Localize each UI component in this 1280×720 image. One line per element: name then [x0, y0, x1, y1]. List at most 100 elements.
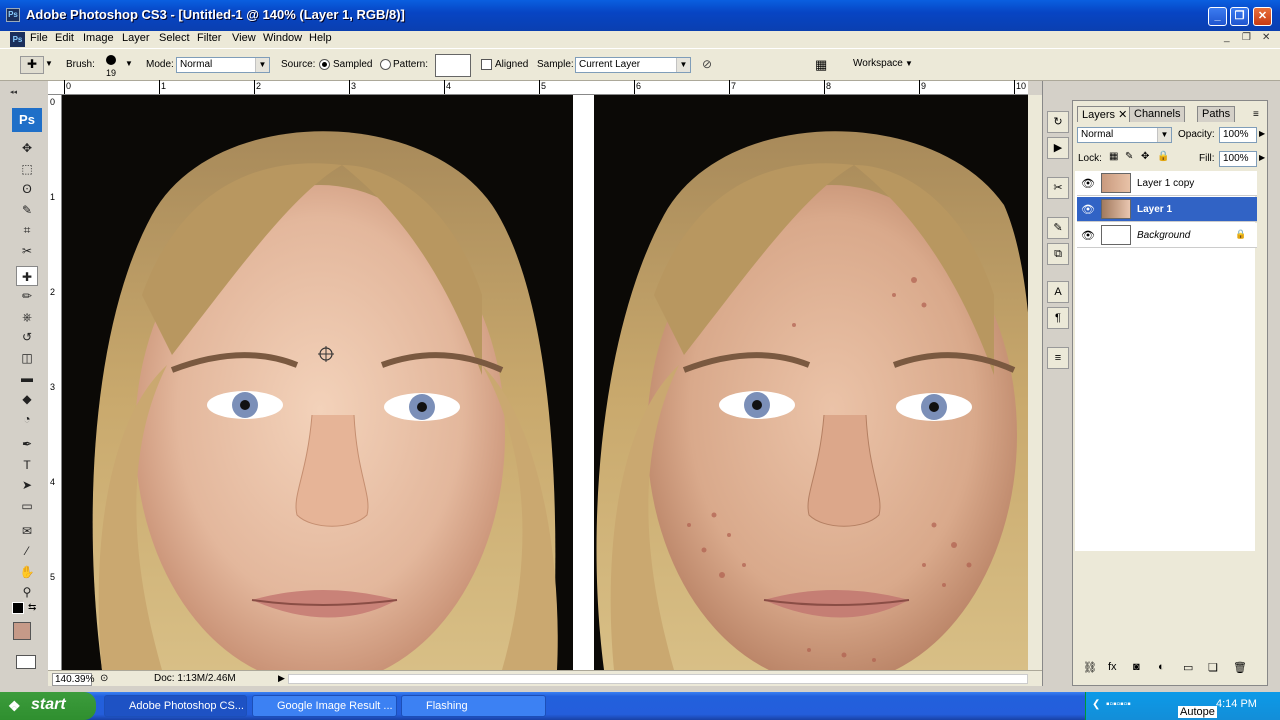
- start-button[interactable]: ❖ start: [0, 692, 96, 720]
- dodge-tool-icon[interactable]: ◔: [16, 409, 38, 429]
- healing-brush-tool-icon[interactable]: ✚: [16, 265, 38, 286]
- doc-minimize-button[interactable]: _: [1224, 32, 1230, 43]
- folder-icon[interactable]: ▭: [1183, 661, 1193, 674]
- layer-row[interactable]: 👁 Layer 1 copy: [1077, 171, 1257, 196]
- trash-icon[interactable]: 🗑: [1233, 661, 1247, 674]
- brushes-icon[interactable]: ✎: [1047, 217, 1069, 239]
- status-info-icon[interactable]: ⊙: [100, 673, 108, 684]
- healing-brush-preset-icon[interactable]: ✚: [20, 56, 44, 74]
- vertical-scrollbar[interactable]: [1028, 95, 1042, 670]
- task-browser[interactable]: Google Image Result ...: [252, 695, 397, 717]
- tab-paths[interactable]: Paths: [1197, 106, 1236, 122]
- horizontal-scrollbar[interactable]: [288, 674, 1028, 684]
- mode-select[interactable]: Normal ▼: [176, 57, 270, 73]
- photoshop-logo[interactable]: Ps: [12, 108, 42, 132]
- lasso-tool-icon[interactable]: ʘ: [16, 179, 38, 199]
- marquee-tool-icon[interactable]: ⬚: [16, 159, 38, 179]
- fill-arrow-icon[interactable]: ▶: [1259, 153, 1265, 162]
- zoom-tool-icon[interactable]: ⚲: [16, 582, 38, 602]
- link-icon[interactable]: ⛓: [1083, 661, 1097, 674]
- aligned-checkbox[interactable]: [481, 59, 492, 70]
- eyedropper-tool-icon[interactable]: ⁄: [16, 541, 38, 561]
- opacity-arrow-icon[interactable]: ▶: [1259, 129, 1265, 138]
- maximize-button[interactable]: ❐: [1230, 7, 1249, 26]
- photo-retouched[interactable]: [62, 95, 573, 670]
- ignore-adjustment-layers-icon[interactable]: ⊘: [702, 57, 712, 71]
- move-tool-icon[interactable]: ✥: [16, 138, 38, 158]
- task-flashing[interactable]: Flashing: [401, 695, 546, 717]
- layer-row[interactable]: 👁 Background 🔒: [1077, 223, 1257, 248]
- task-photoshop[interactable]: Adobe Photoshop CS...: [104, 695, 247, 717]
- quick-select-tool-icon[interactable]: ✎: [16, 200, 38, 220]
- chevron-down-icon[interactable]: ▼: [45, 59, 53, 68]
- menu-window[interactable]: Window: [263, 32, 302, 44]
- swap-colors-icon[interactable]: ⇆: [28, 602, 36, 613]
- doc-restore-button[interactable]: ❐: [1242, 32, 1251, 43]
- paragraph-icon[interactable]: ¶: [1047, 307, 1069, 329]
- photo-original[interactable]: [594, 95, 1028, 670]
- visibility-eye-icon[interactable]: 👁: [1081, 177, 1095, 190]
- status-menu-arrow-icon[interactable]: ▶: [278, 673, 285, 684]
- brush-tip-icon[interactable]: [106, 55, 116, 65]
- tools-icon[interactable]: ✂: [1047, 177, 1069, 199]
- lock-image-icon[interactable]: ✎: [1125, 151, 1133, 162]
- document-canvas[interactable]: [62, 95, 1028, 670]
- lock-all-icon[interactable]: 🔒: [1157, 151, 1169, 162]
- menu-layer[interactable]: Layer: [122, 32, 150, 44]
- sample-select[interactable]: Current Layer ▼: [575, 57, 691, 73]
- history-icon[interactable]: ↻: [1047, 111, 1069, 133]
- blur-tool-icon[interactable]: ◆: [16, 389, 38, 409]
- pattern-picker[interactable]: [435, 54, 471, 77]
- layer-row-selected[interactable]: 👁 Layer 1: [1077, 197, 1257, 222]
- panel-menu-icon[interactable]: ≡: [1253, 109, 1259, 120]
- menu-view[interactable]: View: [232, 32, 256, 44]
- lock-position-icon[interactable]: ✥: [1141, 151, 1149, 162]
- actions-icon[interactable]: ▶: [1047, 137, 1069, 159]
- menu-filter[interactable]: Filter: [197, 32, 221, 44]
- clone-source-icon[interactable]: ⧉: [1047, 243, 1069, 265]
- opacity-input[interactable]: 100%: [1219, 127, 1257, 143]
- minimize-button[interactable]: _: [1208, 7, 1227, 26]
- visibility-eye-icon[interactable]: 👁: [1081, 229, 1095, 242]
- fill-input[interactable]: 100%: [1219, 151, 1257, 167]
- clone-stamp-tool-icon[interactable]: ⎈: [16, 307, 38, 327]
- zoom-level[interactable]: 140.39%: [52, 673, 94, 686]
- collapse-chevron-icon[interactable]: ◂◂: [10, 88, 44, 96]
- slice-tool-icon[interactable]: ✂: [16, 241, 38, 261]
- hand-tool-icon[interactable]: ✋: [16, 562, 38, 582]
- crop-tool-icon[interactable]: ⌗: [16, 220, 38, 240]
- tab-channels[interactable]: Channels: [1129, 106, 1186, 122]
- blend-mode-select[interactable]: Normal ▼: [1077, 127, 1172, 143]
- doc-close-button[interactable]: ✕: [1262, 32, 1270, 43]
- menu-file[interactable]: File: [30, 32, 48, 44]
- menu-select[interactable]: Select: [159, 32, 190, 44]
- notes-tool-icon[interactable]: ✉: [16, 521, 38, 541]
- tray-icons[interactable]: ▪▫▪▫▪▫▪: [1106, 699, 1131, 710]
- foreground-color-swatch[interactable]: [13, 622, 31, 640]
- close-icon[interactable]: ✕: [1118, 109, 1127, 121]
- layer-comps-icon[interactable]: ≡: [1047, 347, 1069, 369]
- quick-mask-icon[interactable]: [16, 655, 36, 669]
- type-tool-icon[interactable]: T: [16, 455, 38, 475]
- eraser-tool-icon[interactable]: ◫: [16, 348, 38, 368]
- brush-picker-chevron-icon[interactable]: ▼: [125, 59, 133, 68]
- adjustment-icon[interactable]: ◐: [1158, 661, 1165, 673]
- menu-help[interactable]: Help: [309, 32, 332, 44]
- character-icon[interactable]: A: [1047, 281, 1069, 303]
- new-layer-icon[interactable]: ❏: [1208, 661, 1218, 674]
- pen-tool-icon[interactable]: ✒: [16, 434, 38, 454]
- workspace-button[interactable]: Workspace: [853, 58, 903, 69]
- mask-icon[interactable]: ◙: [1133, 661, 1140, 673]
- chevron-down-icon[interactable]: ▼: [905, 59, 913, 68]
- brush-tool-icon[interactable]: ✏: [16, 286, 38, 306]
- fx-icon[interactable]: fx: [1108, 661, 1117, 673]
- menu-edit[interactable]: Edit: [55, 32, 74, 44]
- menu-image[interactable]: Image: [83, 32, 114, 44]
- close-button[interactable]: ✕: [1253, 7, 1272, 26]
- pattern-radio[interactable]: [380, 59, 391, 70]
- gradient-tool-icon[interactable]: ▬: [16, 368, 38, 388]
- lock-transparent-icon[interactable]: ▦: [1109, 151, 1118, 162]
- tab-layers[interactable]: Layers ✕: [1077, 106, 1133, 122]
- default-colors-icon[interactable]: [12, 602, 24, 614]
- path-select-tool-icon[interactable]: ➤: [16, 475, 38, 495]
